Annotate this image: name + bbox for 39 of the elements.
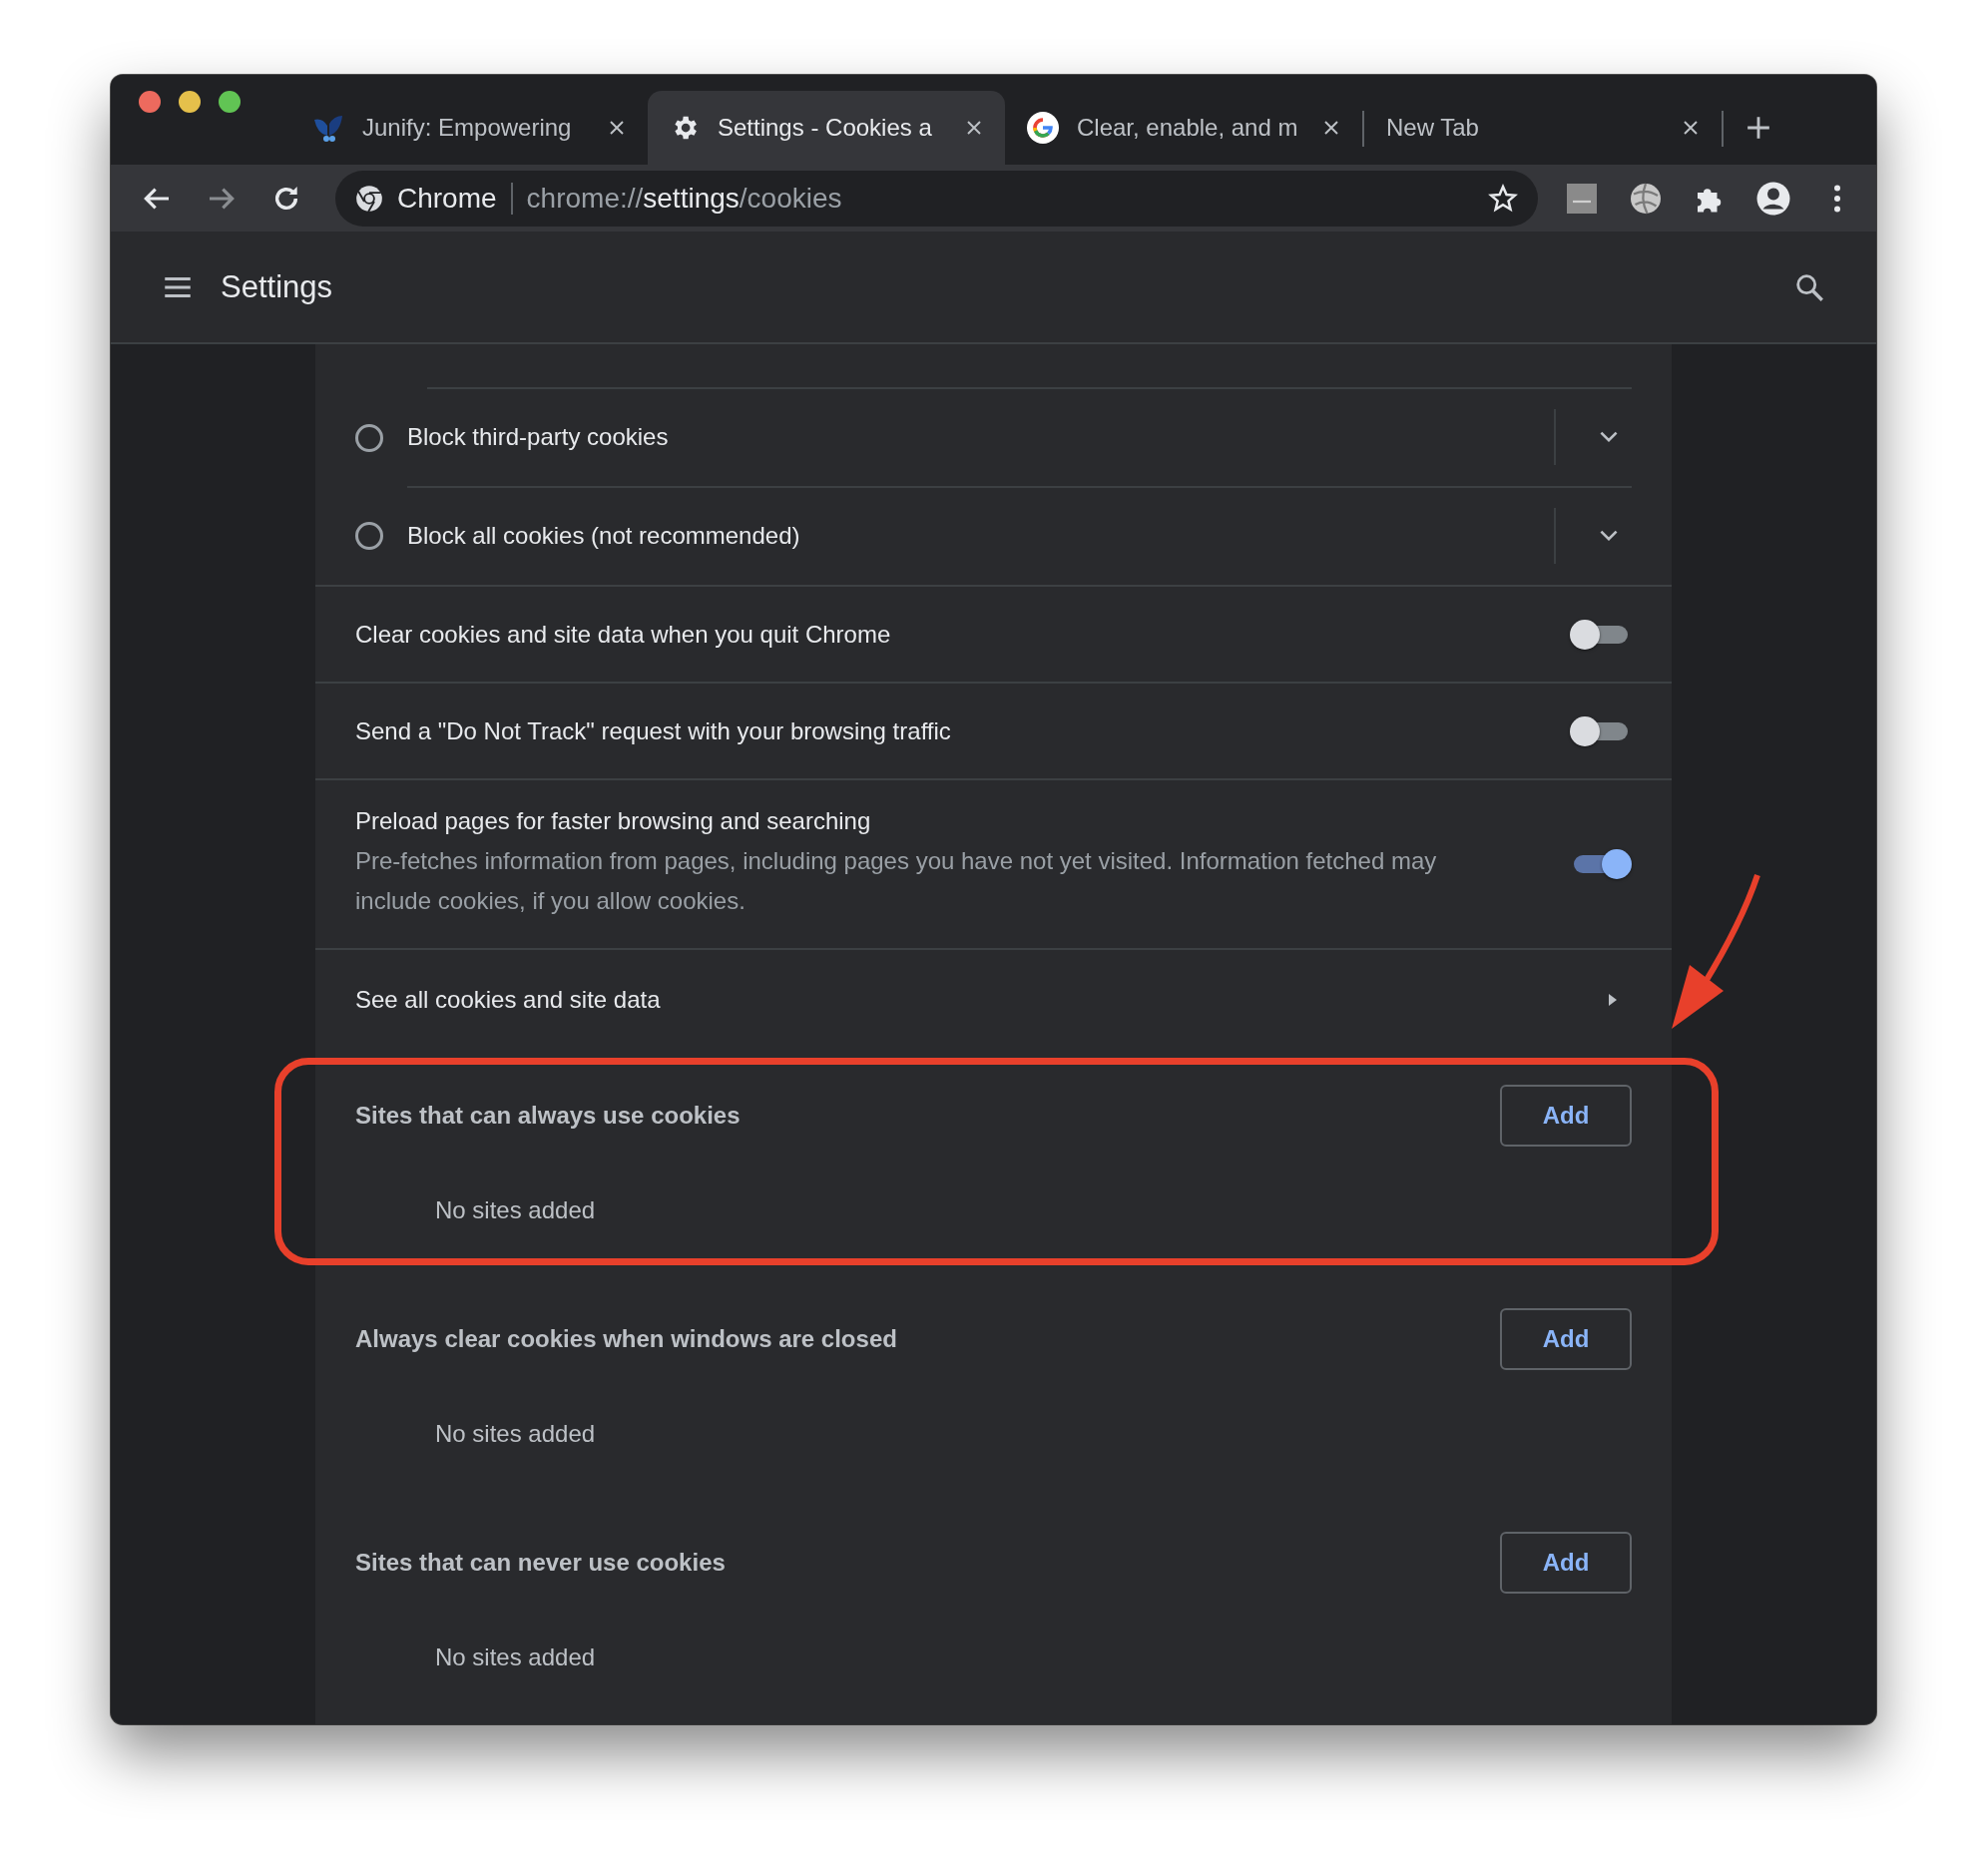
empty-message: No sites added — [435, 1196, 596, 1224]
browser-tab[interactable]: New Tab — [1364, 91, 1722, 165]
add-button[interactable]: Add — [1500, 1308, 1632, 1370]
browser-tab[interactable]: Settings - Cookies a — [648, 91, 1005, 165]
setting-label: Send a "Do Not Track" request with your browsing traffic — [355, 716, 952, 745]
browser-tab[interactable]: Junify: Empowering — [290, 91, 648, 165]
profile-avatar-icon[interactable] — [1755, 180, 1791, 217]
address-bar[interactable]: Chrome chrome://settings/cookies — [335, 170, 1538, 227]
empty-message: No sites added — [435, 1420, 596, 1448]
empty-message: No sites added — [435, 1643, 596, 1671]
google-g-icon — [1027, 112, 1059, 144]
setting-label: Preload pages for faster browsing and searching — [355, 807, 872, 835]
setting-description: Pre-fetches information from pages, including pages you have not yet visited. Information fetched may include cookies, if you allow cookies. — [355, 846, 1438, 916]
add-button[interactable]: Add — [1500, 1085, 1632, 1147]
settings-title: Settings — [221, 268, 333, 305]
link-label: See all cookies and site data — [355, 986, 662, 1014]
add-button[interactable]: Add — [1500, 1532, 1632, 1594]
radio-button[interactable] — [355, 522, 383, 550]
close-icon[interactable] — [608, 119, 626, 137]
new-tab-plus-icon[interactable] — [1745, 115, 1771, 141]
minimize-window-button[interactable] — [179, 91, 201, 113]
close-window-button[interactable] — [139, 91, 161, 113]
site-label: Chrome — [397, 182, 513, 215]
url-text[interactable]: chrome://settings/cookies — [526, 182, 1474, 215]
see-all-row[interactable]: See all cookies and site data — [315, 950, 1672, 1050]
section-title: Sites that can never use cookies — [355, 1549, 727, 1577]
section-title: Sites that can always use cookies — [355, 1102, 742, 1130]
browser-tab[interactable]: Clear, enable, and m — [1005, 91, 1362, 165]
radio-button[interactable] — [355, 424, 383, 452]
close-icon[interactable] — [965, 119, 983, 137]
close-icon[interactable] — [1322, 119, 1340, 137]
close-icon[interactable] — [1682, 119, 1700, 137]
section-title: Always clear cookies when windows are closed — [355, 1325, 898, 1353]
zoom-window-button[interactable] — [219, 91, 241, 113]
star-icon[interactable] — [1488, 183, 1518, 214]
option-label: Block all cookies (not recommended) — [407, 522, 801, 550]
chrome-logo-icon — [355, 184, 383, 213]
option-label: Block third-party cookies — [407, 423, 670, 451]
setting-label: Clear cookies and site data when you quit Chrome — [355, 620, 892, 649]
